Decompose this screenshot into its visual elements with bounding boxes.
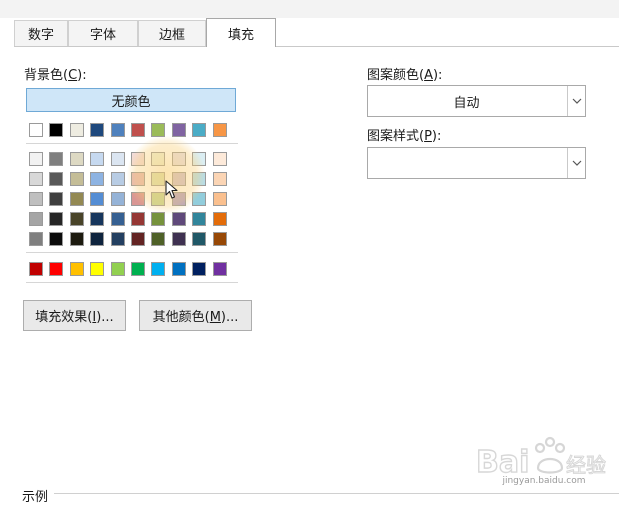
tint-color-swatch[interactable]	[90, 232, 104, 246]
theme-color-swatch[interactable]	[151, 123, 165, 137]
tint-color-swatch[interactable]	[213, 172, 227, 186]
watermark-url: jingyan.baidu.com	[502, 476, 586, 486]
standard-color-swatch[interactable]	[70, 262, 84, 276]
standard-color-swatch[interactable]	[111, 262, 125, 276]
tint-color-swatch[interactable]	[70, 192, 84, 206]
pattern-color-dropdown[interactable]: 自动	[367, 85, 586, 117]
tint-color-swatch[interactable]	[29, 172, 43, 186]
svg-text:Bai: Bai	[476, 445, 529, 480]
theme-color-swatch[interactable]	[192, 123, 206, 137]
tab-font[interactable]: 字体	[68, 20, 138, 46]
tint-color-swatch[interactable]	[49, 232, 63, 246]
tint-color-swatch[interactable]	[151, 152, 165, 166]
pattern-style-value	[368, 148, 565, 178]
chevron-down-icon[interactable]	[567, 148, 585, 178]
standard-color-swatch[interactable]	[151, 262, 165, 276]
standard-color-swatch[interactable]	[49, 262, 63, 276]
tint-color-swatch[interactable]	[90, 192, 104, 206]
tint-color-swatch[interactable]	[151, 212, 165, 226]
standard-color-swatch[interactable]	[172, 262, 186, 276]
standard-color-swatch[interactable]	[29, 262, 43, 276]
tint-color-swatch[interactable]	[29, 152, 43, 166]
tint-color-swatch[interactable]	[213, 232, 227, 246]
theme-color-swatch[interactable]	[111, 123, 125, 137]
palette-separator	[26, 252, 238, 253]
tint-color-swatch[interactable]	[151, 232, 165, 246]
tint-color-swatch[interactable]	[111, 172, 125, 186]
tint-color-swatch[interactable]	[192, 232, 206, 246]
more-colors-button[interactable]: 其他颜色(M)...	[139, 300, 252, 331]
tint-color-swatch[interactable]	[131, 172, 145, 186]
pattern-style-dropdown[interactable]	[367, 147, 586, 179]
tint-color-swatch[interactable]	[90, 212, 104, 226]
tint-color-swatch[interactable]	[70, 172, 84, 186]
theme-color-swatch[interactable]	[172, 123, 186, 137]
tint-color-swatch[interactable]	[111, 232, 125, 246]
tint-color-swatch[interactable]	[192, 172, 206, 186]
dialog-top-strip	[0, 0, 619, 18]
standard-color-swatch[interactable]	[90, 262, 104, 276]
standard-color-swatch[interactable]	[131, 262, 145, 276]
tint-color-swatch[interactable]	[70, 212, 84, 226]
tint-color-swatch[interactable]	[90, 172, 104, 186]
theme-color-swatch[interactable]	[213, 123, 227, 137]
tint-color-swatch[interactable]	[192, 192, 206, 206]
tint-color-swatch[interactable]	[213, 192, 227, 206]
standard-color-swatch[interactable]	[192, 262, 206, 276]
tint-color-swatch[interactable]	[172, 212, 186, 226]
tint-color-swatch[interactable]	[131, 232, 145, 246]
tint-color-swatch[interactable]	[70, 232, 84, 246]
chevron-down-icon[interactable]	[567, 86, 585, 116]
tint-color-swatch[interactable]	[49, 152, 63, 166]
tint-color-swatch[interactable]	[131, 212, 145, 226]
svg-text:经验: 经验	[566, 453, 606, 477]
tint-color-swatch[interactable]	[213, 152, 227, 166]
palette-separator	[26, 282, 238, 283]
tint-color-swatch[interactable]	[131, 192, 145, 206]
tint-color-swatch[interactable]	[213, 212, 227, 226]
tint-color-swatch[interactable]	[49, 172, 63, 186]
tint-color-swatch[interactable]	[90, 152, 104, 166]
pattern-style-label: 图案样式(P):	[367, 129, 442, 144]
palette-separator	[26, 143, 238, 144]
tint-color-swatch[interactable]	[111, 192, 125, 206]
no-color-button[interactable]: 无颜色	[26, 88, 236, 112]
example-group-border	[54, 493, 619, 494]
standard-color-swatch[interactable]	[213, 262, 227, 276]
tab-bar: 数字 字体 边框 填充	[0, 18, 619, 47]
example-label: 示例	[22, 490, 49, 505]
fill-effects-button[interactable]: 填充效果(I)...	[23, 300, 126, 331]
theme-color-swatch[interactable]	[29, 123, 43, 137]
theme-color-swatch[interactable]	[90, 123, 104, 137]
pattern-color-value: 自动	[453, 95, 480, 111]
tint-color-swatch[interactable]	[29, 212, 43, 226]
tint-color-swatch[interactable]	[49, 212, 63, 226]
tab-fill[interactable]: 填充	[206, 18, 276, 47]
theme-color-swatch[interactable]	[131, 123, 145, 137]
theme-color-swatch[interactable]	[70, 123, 84, 137]
tint-color-swatch[interactable]	[70, 152, 84, 166]
tint-color-swatch[interactable]	[172, 152, 186, 166]
tint-color-swatch[interactable]	[192, 152, 206, 166]
tint-color-swatch[interactable]	[29, 192, 43, 206]
tint-color-swatch[interactable]	[172, 192, 186, 206]
tint-color-swatch[interactable]	[151, 172, 165, 186]
tint-color-swatch[interactable]	[111, 212, 125, 226]
tint-color-swatch[interactable]	[192, 212, 206, 226]
background-color-label: 背景色(C):	[24, 68, 87, 83]
theme-color-swatch[interactable]	[49, 123, 63, 137]
tint-color-swatch[interactable]	[151, 192, 165, 206]
tint-color-swatch[interactable]	[49, 192, 63, 206]
tab-number[interactable]: 数字	[14, 20, 68, 46]
tint-color-swatch[interactable]	[172, 232, 186, 246]
tint-color-swatch[interactable]	[111, 152, 125, 166]
tab-border[interactable]: 边框	[138, 20, 206, 46]
pattern-color-label: 图案颜色(A):	[367, 68, 443, 83]
tint-color-swatch[interactable]	[131, 152, 145, 166]
tint-color-swatch[interactable]	[29, 232, 43, 246]
tab-divider	[14, 46, 619, 47]
tint-color-swatch[interactable]	[172, 172, 186, 186]
